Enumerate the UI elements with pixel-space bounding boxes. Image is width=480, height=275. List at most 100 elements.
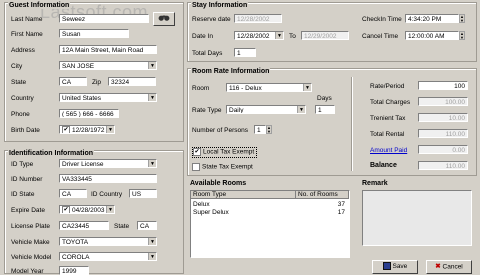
- address-label: Address: [11, 47, 35, 54]
- birth-date-value: 12/28/1972: [72, 127, 105, 134]
- room-count-header[interactable]: No. of Rooms: [296, 191, 349, 199]
- room-rate-title: Room Rate Information: [191, 68, 271, 75]
- rate-period-label: Rate/Period: [370, 83, 405, 90]
- last-name-field[interactable]: Seweez: [59, 14, 149, 23]
- chevron-down-icon[interactable]: ▼: [106, 206, 114, 213]
- balance-field: 110.00: [418, 161, 468, 170]
- vehicle-make-combo[interactable]: TOYOTA ▼: [59, 237, 157, 246]
- remark-textarea[interactable]: [362, 190, 472, 246]
- id-number-label: ID Number: [11, 176, 43, 183]
- country-combo[interactable]: United States ▼: [59, 93, 157, 102]
- date-to-field: 12/29/2002: [301, 31, 349, 40]
- total-days-field[interactable]: 1: [234, 48, 256, 57]
- transient-tax-field: 10.00: [418, 113, 468, 122]
- zip-field[interactable]: 32324: [108, 77, 156, 86]
- id-state-field[interactable]: CA: [59, 189, 87, 198]
- rate-type-combo[interactable]: Daily ▼: [226, 105, 306, 114]
- chevron-down-icon[interactable]: ▼: [303, 84, 311, 91]
- id-info-group: Identification Information ID Type Drive…: [4, 150, 184, 275]
- state-tax-check-box: [192, 163, 200, 171]
- table-row[interactable]: Delux 37: [193, 201, 347, 208]
- expire-date-value: 04/28/2003: [72, 207, 105, 214]
- chevron-down-icon[interactable]: ▼: [106, 126, 114, 133]
- local-tax-check-mark: ✔: [193, 148, 201, 156]
- vehicle-model-value: COROLA: [62, 254, 90, 261]
- city-value: SAN JOSE: [62, 63, 95, 70]
- vehicle-make-label: Vehicle Make: [11, 239, 50, 246]
- model-year-field[interactable]: 1999: [59, 266, 89, 275]
- first-name-label: First Name: [11, 31, 43, 38]
- first-name-field[interactable]: Susan: [59, 29, 129, 38]
- chevron-down-icon[interactable]: ▼: [148, 238, 156, 245]
- city-combo[interactable]: SAN JOSE ▼: [59, 61, 157, 70]
- id-type-combo[interactable]: Driver License ▼: [59, 159, 157, 168]
- expire-date-label: Expire Date: [11, 207, 45, 214]
- address-field[interactable]: 12A Main Street, Main Road: [59, 45, 157, 54]
- vehicle-model-combo[interactable]: COROLA ▼: [59, 252, 157, 261]
- expire-date-picker[interactable]: ✔ 04/28/2003 ▼: [59, 205, 115, 214]
- chevron-down-icon[interactable]: ▼: [148, 160, 156, 167]
- room-type-header[interactable]: Room Type: [191, 191, 296, 199]
- phone-label: Phone: [11, 111, 30, 118]
- persons-field[interactable]: 1: [254, 125, 266, 134]
- id-country-field[interactable]: US: [129, 189, 157, 198]
- local-tax-exempt-checkbox[interactable]: ✔ Local Tax Exempt: [192, 147, 258, 158]
- rate-period-field[interactable]: 100: [418, 81, 468, 90]
- date-in-picker[interactable]: 12/28/2002 ▼: [234, 31, 284, 40]
- table-row[interactable]: Super Delux 17: [193, 209, 347, 216]
- license-plate-field[interactable]: CA23445: [59, 221, 109, 230]
- country-value: United States: [62, 95, 102, 102]
- plate-state-field[interactable]: CA: [137, 221, 157, 230]
- room-rate-group: Room Rate Information Room 116 - Delux ▼…: [187, 68, 477, 176]
- chevron-down-icon[interactable]: ▼: [148, 94, 156, 101]
- cancel-button[interactable]: ✖ Cancel: [426, 260, 472, 274]
- room-count-cell: 37: [337, 201, 345, 208]
- amount-paid-link[interactable]: Amount Paid: [370, 147, 407, 154]
- amount-paid-field: 0.00: [418, 145, 468, 154]
- persons-label: Number of Persons: [192, 127, 248, 134]
- search-guest-button[interactable]: [153, 12, 175, 26]
- state-label: State: [11, 79, 27, 86]
- state-field[interactable]: CA: [59, 77, 87, 86]
- chevron-down-icon[interactable]: ▼: [275, 32, 283, 39]
- cancel-time-spinner[interactable]: ▲ ▼: [459, 31, 465, 40]
- reserve-date-label: Reserve date: [192, 16, 231, 23]
- reserve-date-field: 12/28/2002: [234, 14, 282, 23]
- phone-field[interactable]: ( 565 ) 666 - 6666: [59, 109, 119, 118]
- checkin-time-field[interactable]: 4:34:20 PM: [405, 14, 459, 23]
- chevron-down-icon[interactable]: ▼: [148, 253, 156, 260]
- id-number-field[interactable]: VA333445: [59, 174, 157, 183]
- guest-info-group: Guest Information Last Name Seweez First…: [4, 2, 184, 142]
- divider: [351, 77, 352, 171]
- total-days-label: Total Days: [192, 50, 223, 57]
- birth-date-picker[interactable]: ✔ 12/28/1972 ▼: [59, 125, 115, 134]
- room-combo[interactable]: 116 - Delux ▼: [226, 83, 312, 92]
- chevron-down-icon[interactable]: ▼: [297, 106, 305, 113]
- state-tax-exempt-checkbox[interactable]: State Tax Exempt: [192, 163, 253, 171]
- cancel-time-label: Cancel Time: [362, 33, 399, 40]
- days-label: Days: [317, 95, 332, 102]
- birth-date-checkbox[interactable]: ✔: [62, 126, 70, 133]
- save-button[interactable]: Save: [372, 260, 418, 274]
- search-icon: [158, 15, 170, 24]
- stay-info-title: Stay Information: [191, 2, 249, 9]
- local-tax-exempt-label: Local Tax Exempt: [203, 148, 255, 156]
- chevron-down-icon[interactable]: ▼: [148, 62, 156, 69]
- total-charges-field: 100.00: [418, 97, 468, 106]
- id-country-label: ID Country: [91, 191, 123, 198]
- room-count-cell: 17: [337, 209, 345, 216]
- total-rental-label: Total Rental: [370, 131, 405, 138]
- available-rooms-list[interactable]: Room Type No. of Rooms Delux 37 Super De…: [190, 190, 350, 258]
- stay-info-group: Stay Information Reserve date 12/28/2002…: [187, 2, 477, 62]
- model-year-label: Model Year: [11, 268, 44, 275]
- cancel-time-field[interactable]: 12:00:00 AM: [405, 31, 459, 40]
- days-field[interactable]: 1: [315, 105, 335, 114]
- vehicle-make-value: TOYOTA: [62, 239, 89, 246]
- expire-date-checkbox[interactable]: ✔: [62, 206, 70, 213]
- persons-spinner[interactable]: ▲ ▼: [266, 125, 272, 134]
- vehicle-model-label: Vehicle Model: [11, 254, 52, 261]
- plate-state-label: State: [114, 223, 130, 230]
- checkin-time-spinner[interactable]: ▲ ▼: [459, 14, 465, 23]
- zip-label: Zip: [92, 79, 102, 86]
- save-icon: [382, 262, 391, 271]
